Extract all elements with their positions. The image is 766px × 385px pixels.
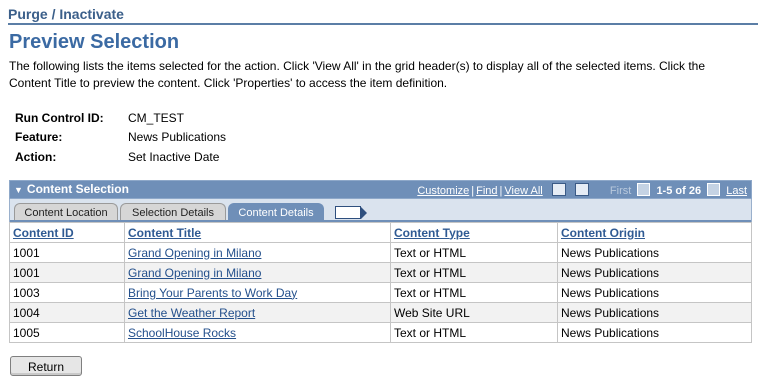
- grid-navigation: Customize | Find | View All First 1-5 of 26 …: [417, 183, 747, 197]
- content-origin-cell: News Publications: [557, 242, 752, 263]
- content-title-link[interactable]: Get the Weather Report: [128, 306, 255, 320]
- content-title-cell: Get the Weather Report: [124, 302, 391, 323]
- instructions-text: The following lists the items selected f…: [9, 59, 706, 90]
- grid-tabs: Content Location Selection Details Conte…: [9, 199, 752, 222]
- table-header-row: Content ID Content Title Content Type Co…: [9, 222, 752, 243]
- content-type-cell: Text or HTML: [390, 242, 558, 263]
- grid-header: ▼ Content Selection Customize | Find | View A…: [9, 180, 752, 199]
- table-row: 1001 Grand Opening in Milano Text or HTM…: [9, 262, 752, 283]
- spreadsheet-icon[interactable]: [574, 183, 589, 196]
- nav-separator: |: [471, 185, 475, 197]
- content-id-cell: 1001: [9, 242, 125, 263]
- table-row: 1003 Bring Your Parents to Work Day Text…: [9, 282, 752, 303]
- row-range: 1-5 of 26: [656, 185, 702, 197]
- content-title-link[interactable]: SchoolHouse Rocks: [128, 326, 236, 340]
- column-header-content-id[interactable]: Content ID: [9, 222, 125, 243]
- expand-all-columns-icon[interactable]: [335, 206, 367, 219]
- grid-title-label: Content Selection: [26, 182, 129, 196]
- content-selection-grid: ▼ Content Selection Customize | Find | View A…: [9, 180, 752, 347]
- content-title-cell: SchoolHouse Rocks: [124, 322, 391, 343]
- table-row: 1001 Grand Opening in Milano Text or HTM…: [9, 242, 752, 263]
- content-type-cell: Text or HTML: [390, 282, 558, 303]
- content-type-cell: Web Site URL: [390, 302, 558, 323]
- next-arrow-icon[interactable]: [707, 183, 721, 196]
- feature-value: News Publications: [128, 130, 227, 144]
- content-origin-cell: News Publications: [557, 282, 752, 303]
- content-id-cell: 1004: [9, 302, 125, 323]
- content-title-link[interactable]: Grand Opening in Milano: [128, 266, 261, 280]
- column-header-content-origin[interactable]: Content Origin: [557, 222, 752, 243]
- content-id-cell: 1003: [9, 282, 125, 303]
- first-label: First: [609, 185, 632, 197]
- tab-divider: [10, 220, 751, 222]
- content-origin-cell: News Publications: [557, 322, 752, 343]
- grid-title[interactable]: ▼ Content Selection: [14, 182, 129, 196]
- content-origin-cell: News Publications: [557, 262, 752, 283]
- previous-arrow-icon: [637, 183, 651, 196]
- column-header-content-type[interactable]: Content Type: [390, 222, 558, 243]
- table-row: 1005 SchoolHouse Rocks Text or HTML News…: [9, 322, 752, 343]
- feature-label: Feature:: [15, 130, 63, 144]
- content-title-link[interactable]: Bring Your Parents to Work Day: [128, 286, 297, 300]
- column-header-content-title[interactable]: Content Title: [124, 222, 391, 243]
- content-type-cell: Text or HTML: [390, 262, 558, 283]
- last-link[interactable]: Last: [726, 185, 747, 197]
- content-id-cell: 1005: [9, 322, 125, 343]
- content-title-cell: Grand Opening in Milano: [124, 262, 391, 283]
- customize-link[interactable]: Customize: [417, 185, 469, 197]
- content-type-cell: Text or HTML: [390, 322, 558, 343]
- content-title-link[interactable]: Grand Opening in Milano: [128, 246, 261, 260]
- collapse-triangle-icon[interactable]: ▼: [14, 185, 23, 195]
- breadcrumb: Purge / Inactivate: [8, 6, 758, 25]
- find-link[interactable]: Find: [476, 185, 497, 197]
- content-table: Content ID Content Title Content Type Co…: [9, 222, 752, 343]
- content-origin-cell: News Publications: [557, 302, 752, 323]
- table-row: 1004 Get the Weather Report Web Site URL…: [9, 302, 752, 323]
- content-id-cell: 1001: [9, 262, 125, 283]
- content-title-cell: Grand Opening in Milano: [124, 242, 391, 263]
- page-title: Preview Selection: [9, 31, 180, 53]
- content-title-cell: Bring Your Parents to Work Day: [124, 282, 391, 303]
- return-button[interactable]: Return: [10, 356, 82, 376]
- download-icon[interactable]: [551, 183, 566, 196]
- nav-separator: |: [499, 185, 503, 197]
- run-control-value: CM_TEST: [128, 111, 185, 125]
- action-label: Action:: [15, 150, 57, 164]
- run-control-label: Run Control ID:: [15, 111, 104, 125]
- action-value: Set Inactive Date: [128, 150, 220, 164]
- view-all-link[interactable]: View All: [504, 185, 542, 197]
